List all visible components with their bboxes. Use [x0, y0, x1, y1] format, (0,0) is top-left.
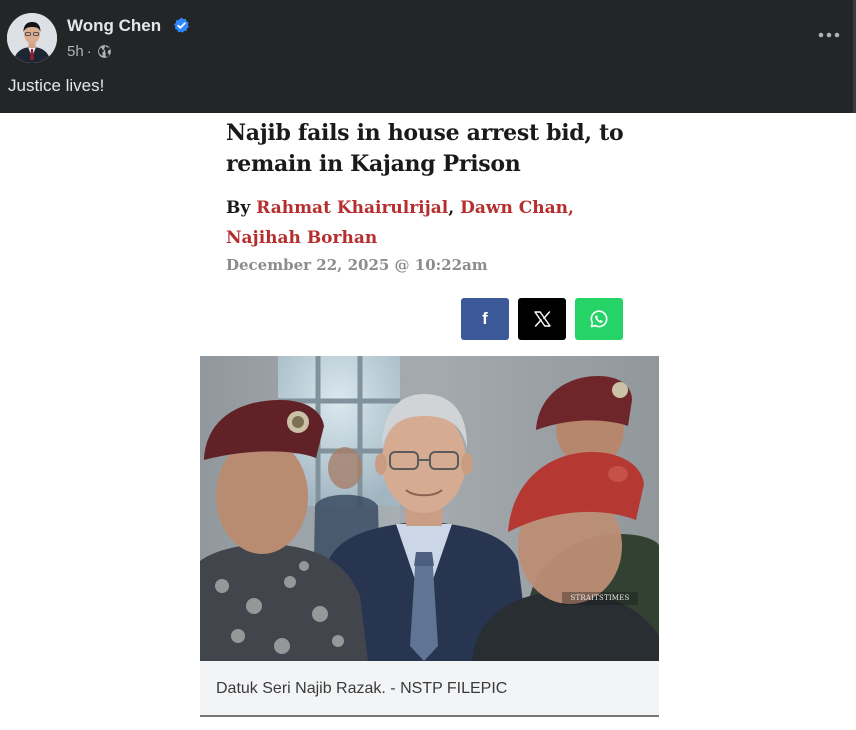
facebook-icon: f: [482, 309, 488, 328]
byline-line: By Rahmat Khairulrijal, Dawn Chan,: [226, 193, 646, 223]
avatar-portrait: [7, 13, 57, 63]
post-text: Justice lives!: [8, 76, 105, 95]
share-facebook-button[interactable]: f: [461, 298, 509, 340]
globe-icon[interactable]: [97, 44, 112, 59]
share-x-button[interactable]: [518, 298, 566, 340]
article-photo[interactable]: [200, 356, 659, 661]
article-title[interactable]: Najib fails in house arrest bid, to rema…: [226, 118, 646, 180]
byline-line: Najihah Borhan: [226, 223, 646, 253]
author-name[interactable]: Wong Chen: [67, 16, 161, 36]
post-time[interactable]: 5h: [67, 43, 84, 60]
photo-caption-bar: Datuk Seri Najib Razak. - NSTP FILEPIC: [200, 661, 659, 717]
article-title-line: remain in Kajang Prison: [226, 151, 521, 177]
author-link[interactable]: Rahmat Khairulrijal: [256, 198, 448, 218]
more-options-icon: [818, 32, 840, 38]
article-date: December 22, 2025 @ 10:22am: [226, 256, 488, 274]
author-link[interactable]: Dawn Chan,: [460, 198, 574, 218]
verified-badge-icon: [173, 17, 190, 34]
post-meta: 5h ·: [67, 42, 112, 60]
x-icon: [533, 311, 551, 327]
author-link[interactable]: Najihah Borhan: [226, 228, 377, 248]
byline: By Rahmat Khairulrijal, Dawn Chan, Najih…: [226, 193, 646, 253]
post-header: Wong Chen 5h · Justice lives!: [0, 0, 856, 113]
meta-separator: ·: [86, 42, 92, 60]
whatsapp-icon: [590, 310, 608, 328]
share-whatsapp-button[interactable]: [575, 298, 623, 340]
photo-najib-escorted-by-guards: [200, 356, 659, 661]
article-title-line: Najib fails in house arrest bid, to: [226, 120, 624, 146]
author-separator: ,: [448, 198, 455, 218]
avatar[interactable]: [7, 13, 57, 63]
more-options-button[interactable]: [812, 20, 846, 50]
by-label: By: [226, 198, 251, 218]
photo-caption: Datuk Seri Najib Razak. - NSTP FILEPIC: [216, 680, 508, 697]
photo-watermark: STRAITSTIMES: [562, 592, 638, 605]
